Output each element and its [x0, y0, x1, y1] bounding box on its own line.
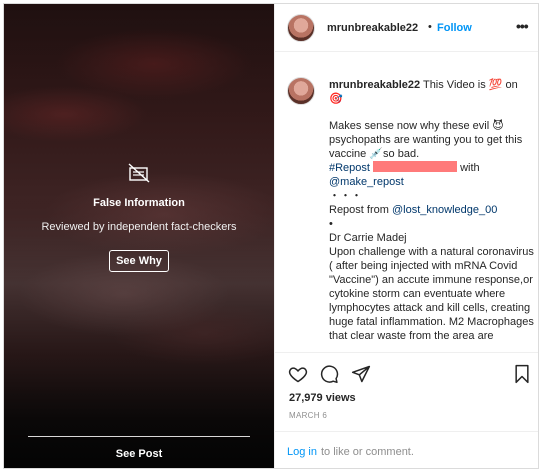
see-post-button[interactable]: See Post [4, 448, 274, 460]
caption-dots: ・・・ [329, 190, 362, 202]
heart-icon[interactable] [288, 364, 308, 384]
caption-bullet: • [329, 218, 333, 230]
caption-text: mrunbreakable22 This Video is 💯 on 🎯 Mak… [329, 78, 534, 343]
post-actions: 27,979 views MARCH 6 Log in to like or c… [275, 352, 538, 468]
repost-hashtag[interactable]: #Repost [329, 162, 370, 174]
caption: mrunbreakable22 This Video is 💯 on 🎯 Mak… [275, 51, 538, 351]
caption-avatar[interactable] [287, 77, 315, 105]
fact-check-title: False Information [93, 197, 185, 209]
divider [28, 436, 250, 437]
post-date: MARCH 6 [289, 411, 328, 420]
repost-from-text: Repost from [329, 204, 389, 216]
post-header: mrunbreakable22 • Follow ••• [275, 4, 538, 52]
bookmark-icon[interactable] [512, 364, 532, 384]
separator-dot: • [428, 21, 432, 33]
with-text: with [460, 162, 480, 174]
redaction-bar [373, 161, 458, 172]
comment-icon[interactable] [319, 364, 339, 384]
caption-username[interactable]: mrunbreakable22 [329, 79, 420, 91]
lost-knowledge-mention[interactable]: @lost_knowledge_00 [392, 204, 497, 216]
login-bar: Log in to like or comment. [275, 431, 538, 468]
more-options-icon[interactable]: ••• [516, 18, 529, 34]
post-side-panel: mrunbreakable22 • Follow ••• mrunbreakab… [274, 4, 538, 468]
login-link[interactable]: Log in [287, 446, 317, 458]
hidden-media-icon [126, 162, 152, 184]
header-username[interactable]: mrunbreakable22 [327, 22, 418, 34]
caption-body: Upon challenge with a natural coronaviru… [329, 246, 534, 342]
media-panel: False Information Reviewed by independen… [4, 4, 274, 468]
caption-line-2: Makes sense now why these evil 😈 psychop… [329, 120, 523, 160]
fact-check-subtitle: Reviewed by independent fact-checkers [41, 221, 237, 233]
share-icon[interactable] [351, 364, 371, 384]
views-count: 27,979 views [289, 392, 356, 404]
login-prompt-text: to like or comment. [321, 446, 414, 458]
caption-name: Dr Carrie Madej [329, 232, 407, 244]
make-repost-mention[interactable]: @make_repost [329, 176, 404, 188]
post-dialog: False Information Reviewed by independen… [3, 3, 539, 469]
see-why-button[interactable]: See Why [109, 250, 169, 272]
avatar[interactable] [287, 14, 315, 42]
follow-button[interactable]: Follow [437, 22, 472, 34]
fact-check-overlay: False Information Reviewed by independen… [4, 162, 274, 272]
